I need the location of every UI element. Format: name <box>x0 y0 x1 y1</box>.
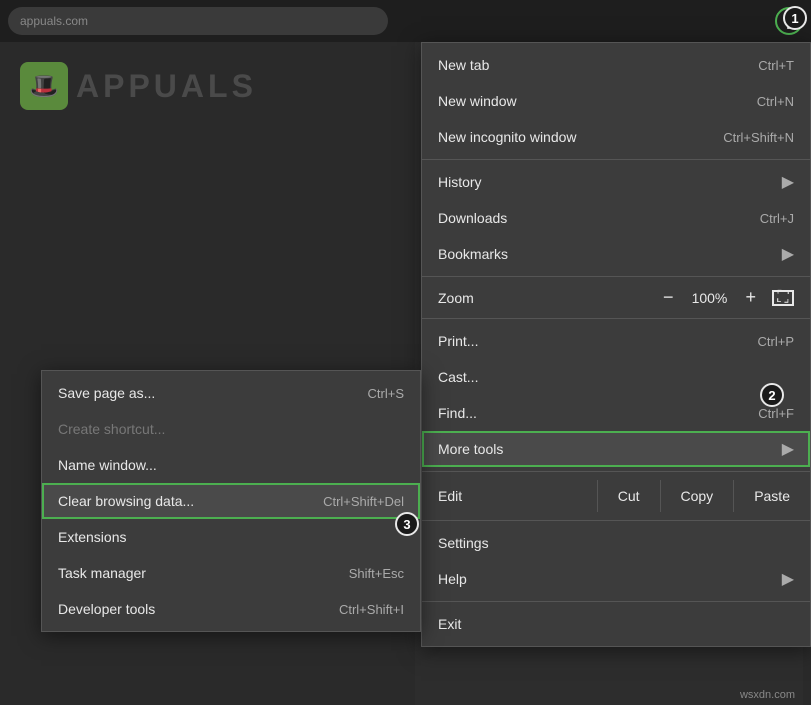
logo-icon: 🎩 <box>20 62 68 110</box>
copy-button[interactable]: Copy <box>660 480 734 512</box>
appuals-logo: 🎩 APPUALS <box>20 62 257 110</box>
step-2-badge: 2 <box>760 383 784 407</box>
menu-item-new-tab[interactable]: New tab Ctrl+T <box>422 47 810 83</box>
submenu-label-save-page: Save page as... <box>58 385 155 401</box>
edit-label: Edit <box>422 480 597 512</box>
menu-item-history[interactable]: History ▶ <box>422 164 810 200</box>
menu-section-edit: Edit Cut Copy Paste <box>422 472 810 521</box>
zoom-label: Zoom <box>438 290 659 306</box>
menu-item-downloads[interactable]: Downloads Ctrl+J <box>422 200 810 236</box>
submenu-item-save-page[interactable]: Save page as... Ctrl+S <box>42 375 420 411</box>
menu-item-more-tools[interactable]: More tools ▶ <box>422 431 810 467</box>
submenu-label-clear-browsing: Clear browsing data... <box>58 493 194 509</box>
menu-item-find[interactable]: Find... Ctrl+F <box>422 395 810 431</box>
submenu-item-task-manager[interactable]: Task manager Shift+Esc <box>42 555 420 591</box>
paste-button[interactable]: Paste <box>733 480 810 512</box>
menu-item-settings[interactable]: Settings <box>422 525 810 561</box>
browser-toolbar: appuals.com ★ ⋮ <box>0 0 811 42</box>
submenu-label-task-manager: Task manager <box>58 565 146 581</box>
submenu-label-name-window: Name window... <box>58 457 157 473</box>
step-3-badge: 3 <box>395 512 419 536</box>
menu-section-history: History ▶ Downloads Ctrl+J Bookmarks ▶ <box>422 160 810 277</box>
submenu-item-name-window[interactable]: Name window... <box>42 447 420 483</box>
submenu-item-clear-browsing[interactable]: Clear browsing data... Ctrl+Shift+Del <box>42 483 420 519</box>
url-text: appuals.com <box>20 14 88 28</box>
fullscreen-icon[interactable]: ⛶ <box>772 290 794 306</box>
menu-item-incognito[interactable]: New incognito window Ctrl+Shift+N <box>422 119 810 155</box>
logo-text: APPUALS <box>76 68 257 105</box>
edit-row: Edit Cut Copy Paste <box>422 476 810 516</box>
submenu-shortcut-task-manager: Shift+Esc <box>349 566 404 581</box>
zoom-controls: − 100% + ⛶ <box>659 287 794 308</box>
menu-item-help[interactable]: Help ▶ <box>422 561 810 597</box>
menu-section-new: New tab Ctrl+T New window Ctrl+N New inc… <box>422 43 810 160</box>
menu-section-zoom: Zoom − 100% + ⛶ <box>422 277 810 319</box>
menu-item-bookmarks[interactable]: Bookmarks ▶ <box>422 236 810 272</box>
zoom-minus-button[interactable]: − <box>659 287 678 308</box>
submenu-label-developer-tools: Developer tools <box>58 601 155 617</box>
submenu-shortcut-developer-tools: Ctrl+Shift+I <box>339 602 404 617</box>
menu-item-exit[interactable]: Exit <box>422 606 810 642</box>
submenu-shortcut-clear-browsing: Ctrl+Shift+Del <box>323 494 404 509</box>
submenu-item-extensions[interactable]: Extensions <box>42 519 420 555</box>
menu-section-settings: Settings Help ▶ <box>422 521 810 602</box>
menu-item-print[interactable]: Print... Ctrl+P <box>422 323 810 359</box>
chrome-main-menu: New tab Ctrl+T New window Ctrl+N New inc… <box>421 42 811 647</box>
submenu-item-create-shortcut[interactable]: Create shortcut... <box>42 411 420 447</box>
menu-item-new-window[interactable]: New window Ctrl+N <box>422 83 810 119</box>
zoom-plus-button[interactable]: + <box>741 287 760 308</box>
submenu-item-developer-tools[interactable]: Developer tools Ctrl+Shift+I <box>42 591 420 627</box>
submenu-shortcut-save-page: Ctrl+S <box>368 386 404 401</box>
address-bar[interactable]: appuals.com <box>8 7 388 35</box>
more-tools-submenu: Save page as... Ctrl+S Create shortcut..… <box>41 370 421 632</box>
step-1-badge: 1 <box>783 6 807 30</box>
menu-section-exit: Exit <box>422 602 810 646</box>
menu-section-tools: Print... Ctrl+P Cast... Find... Ctrl+F M… <box>422 319 810 472</box>
zoom-row: Zoom − 100% + ⛶ <box>422 281 810 314</box>
submenu-label-create-shortcut: Create shortcut... <box>58 421 165 437</box>
menu-item-cast[interactable]: Cast... <box>422 359 810 395</box>
zoom-value: 100% <box>689 290 729 306</box>
watermark: wsxdn.com <box>740 689 795 701</box>
cut-button[interactable]: Cut <box>597 480 660 512</box>
submenu-label-extensions: Extensions <box>58 529 126 545</box>
